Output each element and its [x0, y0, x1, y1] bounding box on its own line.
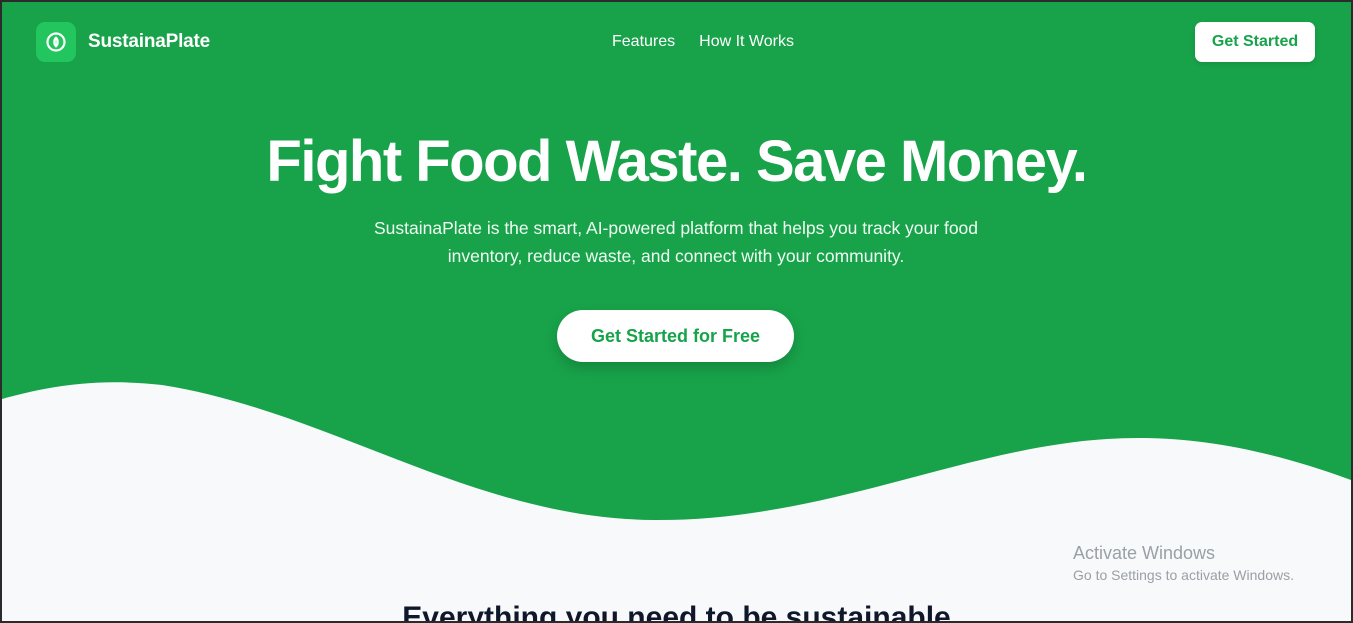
nav-link-how-it-works[interactable]: How It Works [699, 33, 794, 51]
leaf-circle-icon [36, 22, 76, 62]
activate-windows-title: Activate Windows [1073, 543, 1216, 563]
activate-windows-watermark: Activate Windows Go to Settings to activ… [1073, 541, 1294, 585]
nav-link-features[interactable]: Features [612, 33, 675, 51]
activate-windows-subtitle: Go to Settings to activate Windows. [1073, 567, 1294, 583]
brand-logo-link[interactable]: SustainaPlate [36, 22, 210, 62]
hero-wave-background [2, 2, 1351, 521]
get-started-button[interactable]: Get Started [1195, 22, 1315, 62]
landing-page: SustainaPlate Features How It Works Get … [2, 2, 1351, 621]
brand-name: SustainaPlate [88, 31, 211, 52]
hero-section: SustainaPlate Features How It Works Get … [2, 2, 1351, 562]
nav-links: Features How It Works [612, 33, 794, 51]
hero-headline: Fight Food Waste. Save Money. [266, 129, 1088, 194]
hero-subtitle: SustainaPlate is the smart, AI-powered p… [373, 218, 979, 266]
features-section-title: Everything you need to be sustainable [402, 601, 951, 621]
top-navigation: SustainaPlate Features How It Works Get … [2, 2, 1351, 82]
get-started-free-button[interactable]: Get Started for Free [557, 310, 794, 362]
